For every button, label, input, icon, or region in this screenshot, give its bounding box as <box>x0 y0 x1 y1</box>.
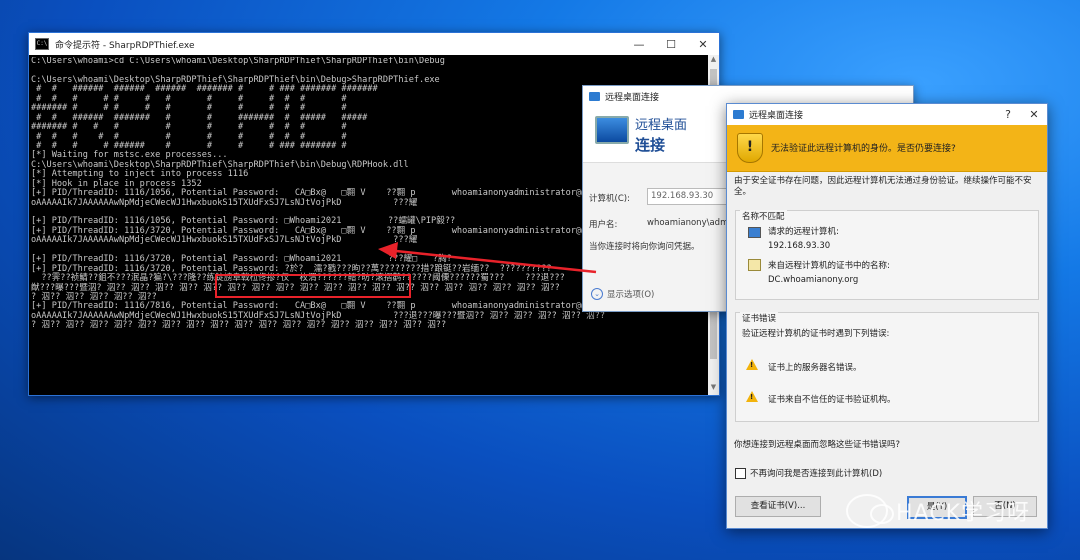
banner-message: 无法验证此远程计算机的身份。是否仍要连接? <box>771 144 956 154</box>
warning-icon: ! <box>746 391 758 402</box>
dont-ask-checkbox[interactable]: 不再询问我是否连接到此计算机(D) <box>735 467 882 479</box>
maximize-button[interactable]: ☐ <box>655 38 687 51</box>
computer-icon <box>748 227 761 238</box>
terminal-icon: C:\ <box>35 38 49 50</box>
show-options-label: 显示选项(O) <box>607 290 655 300</box>
rdp-app-icon <box>733 110 744 119</box>
wechat-logo-icon <box>846 494 894 528</box>
username-value: whoamianony\admi <box>647 218 731 228</box>
shield-warning-icon: ! <box>737 133 763 163</box>
cert-error-item: 证书上的服务器名错误。 <box>768 363 862 373</box>
watermark: HACK学习呀 <box>846 494 1030 528</box>
cert-titlebar[interactable]: 远程桌面连接 ? ✕ <box>727 104 1047 125</box>
warning-icon: ! <box>746 359 758 370</box>
cert-errors-title: 证书错误 <box>740 312 779 324</box>
scroll-up-icon[interactable]: ▲ <box>708 55 719 67</box>
cmd-line: C:\Users\whoami>cd C:\Users\whoami\Deskt… <box>31 57 445 66</box>
name-mismatch-group: 名称不匹配 请求的远程计算机: 192.168.93.30 来自远程计算机的证书… <box>735 210 1039 300</box>
cmd-line: ? 泅?? 泅?? 泅?? 泅?? 泅?? 泅?? 泅?? 泅?? 泅?? 泅?… <box>31 320 447 331</box>
chevron-down-icon: ⌄ <box>591 288 603 300</box>
rdp-title: 远程桌面连接 <box>605 92 660 103</box>
warning-banner: ! 无法验证此远程计算机的身份。是否仍要连接? <box>727 125 1047 172</box>
close-button[interactable]: ✕ <box>687 38 719 51</box>
description-text: 由于安全证书存在问题，因此远程计算机无法通过身份验证。继续操作可能不安全。 <box>734 176 1032 197</box>
view-certificate-button[interactable]: 查看证书(V)... <box>735 496 821 517</box>
close-button[interactable]: ✕ <box>1021 108 1047 121</box>
checkbox-box[interactable] <box>735 467 746 479</box>
cmd-titlebar[interactable]: C:\ 命令提示符 - SharpRDPThief.exe — ☐ ✕ <box>29 33 719 55</box>
requested-value: 192.168.93.30 <box>768 241 831 251</box>
rdp-app-icon <box>589 91 600 101</box>
dont-ask-label: 不再询问我是否连接到此计算机(D) <box>750 469 883 479</box>
cmd-title: 命令提示符 - SharpRDPThief.exe <box>55 40 195 51</box>
show-options-button[interactable]: ⌄ 显示选项(O) <box>591 288 654 300</box>
username-label: 用户名: <box>589 220 618 230</box>
certificate-warning-dialog: 远程桌面连接 ? ✕ ! 无法验证此远程计算机的身份。是否仍要连接? 由于安全证… <box>726 103 1048 529</box>
cert-name-value: DC.whoamianony.org <box>768 275 859 285</box>
password-highlight-box <box>215 274 411 298</box>
credential-note: 当你连接时将向你询问凭据。 <box>589 242 700 252</box>
monitor-icon <box>595 116 629 144</box>
rdp-heading-line2: 连接 <box>635 136 666 154</box>
scroll-down-icon[interactable]: ▼ <box>708 383 719 395</box>
certificate-icon <box>748 259 761 271</box>
cert-name-label: 来自远程计算机的证书中的名称: <box>768 261 890 271</box>
help-button[interactable]: ? <box>995 108 1021 121</box>
requested-label: 请求的远程计算机: <box>768 227 839 237</box>
cert-title: 远程桌面连接 <box>749 111 804 121</box>
cert-error-item: 证书来自不信任的证书验证机构。 <box>768 395 896 405</box>
computer-label: 计算机(C): <box>589 194 630 204</box>
watermark-text: HACK学习呀 <box>896 501 1030 526</box>
connect-question: 你想连接到远程桌面而忽略这些证书错误吗? <box>734 440 901 450</box>
name-mismatch-title: 名称不匹配 <box>740 210 787 222</box>
rdp-heading-line1: 远程桌面 <box>635 118 688 133</box>
minimize-button[interactable]: — <box>623 38 655 51</box>
cert-errors-group: 证书错误 验证远程计算机的证书时遇到下列错误: ! 证书上的服务器名错误。 ! … <box>735 312 1039 422</box>
cert-errors-intro: 验证远程计算机的证书时遇到下列错误: <box>742 329 890 339</box>
